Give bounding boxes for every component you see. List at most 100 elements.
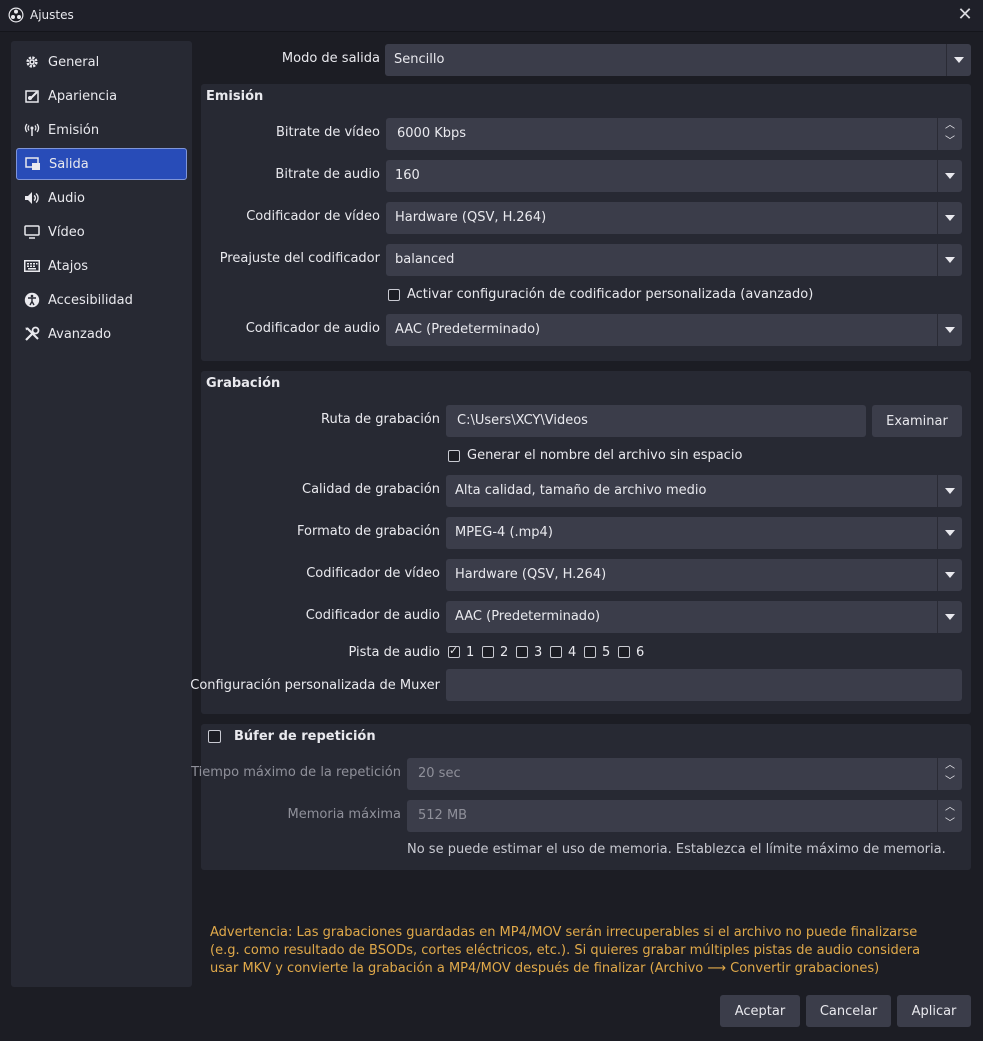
chevron-down-icon: [937, 559, 962, 591]
sidebar-item-appearance[interactable]: Apariencia: [16, 80, 187, 112]
title-bar: Ajustes ✕: [0, 0, 983, 32]
audio-track-2-label: 2: [500, 645, 509, 660]
audio-track-1-checkbox[interactable]: [448, 644, 460, 658]
gear-icon: [23, 53, 41, 71]
rec-audio-encoder-select[interactable]: AAC (Predeterminado): [446, 601, 962, 633]
spin-down-icon[interactable]: ﹀: [938, 816, 962, 832]
close-icon[interactable]: ✕: [955, 5, 975, 25]
chevron-down-icon: [937, 202, 962, 234]
audio-bitrate-select[interactable]: 160: [386, 160, 962, 192]
sidebar-item-label: Accesibilidad: [48, 292, 133, 308]
sidebar-item-label: Emisión: [48, 122, 100, 138]
spin-up-icon[interactable]: ︿: [938, 758, 962, 774]
stream-video-encoder-label: Codificador de vídeo: [246, 209, 380, 224]
audio-track-label: Pista de audio: [348, 645, 440, 660]
replay-max-memory-spinbox[interactable]: 512 MB ︿ ﹀: [407, 800, 962, 832]
replay-max-memory-label: Memoria máxima: [287, 807, 401, 822]
recording-path-label: Ruta de grabación: [321, 412, 440, 427]
mp4-warning-text: Advertencia: Las grabaciones guardadas e…: [210, 925, 921, 976]
replay-max-memory-value: 512 MB: [418, 808, 468, 823]
audio-track-2-checkbox[interactable]: [482, 646, 494, 658]
chevron-down-icon: [937, 517, 962, 549]
spin-up-icon[interactable]: ︿: [938, 800, 962, 816]
sidebar-item-label: Salida: [49, 156, 89, 172]
sidebar: General Apariencia Emisión Salida Audio …: [11, 41, 192, 987]
recording-format-select[interactable]: MPEG-4 (.mp4): [446, 517, 962, 549]
sidebar-item-label: Vídeo: [48, 224, 85, 240]
replay-buffer-title: Búfer de repetición: [234, 729, 376, 744]
keyboard-icon: [23, 257, 41, 275]
sidebar-item-accessibility[interactable]: Accesibilidad: [16, 284, 187, 316]
chevron-down-icon: [937, 314, 962, 346]
output-icon: [24, 155, 42, 173]
spin-down-icon[interactable]: ﹀: [938, 134, 962, 150]
chevron-down-icon: [937, 475, 962, 507]
cancel-button[interactable]: Cancelar: [806, 995, 891, 1027]
obs-logo-icon: [8, 7, 24, 23]
replay-max-time-value: 20 sec: [418, 766, 461, 781]
audio-track-3-label: 3: [534, 645, 543, 660]
appearance-icon: [23, 87, 41, 105]
custom-encoder-label: Activar configuración de codificador per…: [407, 287, 814, 302]
no-space-filename-label: Generar el nombre del archivo sin espaci…: [467, 448, 743, 463]
rec-video-encoder-label: Codificador de vídeo: [306, 566, 440, 581]
audio-track-6-checkbox[interactable]: [618, 646, 630, 658]
sidebar-item-advanced[interactable]: Avanzado: [16, 318, 187, 350]
audio-track-4-label: 4: [568, 645, 577, 660]
encoder-preset-label: Preajuste del codificador: [219, 251, 380, 266]
stream-video-encoder-select[interactable]: Hardware (QSV, H.264): [386, 202, 962, 234]
sidebar-item-broadcast[interactable]: Emisión: [16, 114, 187, 146]
stream-audio-encoder-select[interactable]: AAC (Predeterminado): [386, 314, 962, 346]
memory-estimate-note: No se puede estimar el uso de memoria. E…: [407, 842, 946, 857]
audio-track-5-checkbox[interactable]: [584, 646, 596, 658]
audio-bitrate-label: Bitrate de audio: [275, 167, 380, 182]
broadcast-icon: [23, 121, 41, 139]
audio-bitrate-value: 160: [395, 168, 420, 183]
encoder-preset-value: balanced: [395, 252, 455, 267]
replay-buffer-checkbox[interactable]: [208, 730, 221, 743]
recording-format-label: Formato de grabación: [296, 524, 440, 539]
spin-down-icon[interactable]: ﹀: [938, 774, 962, 790]
output-mode-value: Sencillo: [394, 52, 445, 67]
muxer-settings-input[interactable]: [446, 669, 962, 701]
sidebar-item-label: Apariencia: [48, 88, 118, 104]
audio-track-3-checkbox[interactable]: [516, 646, 528, 658]
chevron-down-icon: [937, 601, 962, 633]
sidebar-item-label: Atajos: [48, 258, 89, 274]
replay-max-time-spinbox[interactable]: 20 sec ︿ ﹀: [407, 758, 962, 790]
stream-audio-encoder-label: Codificador de audio: [245, 321, 380, 336]
stream-video-encoder-value: Hardware (QSV, H.264): [395, 210, 547, 225]
sidebar-item-label: Audio: [48, 190, 85, 206]
output-mode-select[interactable]: Sencillo: [385, 44, 971, 76]
recording-path-input[interactable]: C:\Users\XCY\Videos: [446, 405, 866, 437]
no-space-filename-checkbox[interactable]: [448, 450, 460, 462]
streaming-section-title: Emisión: [206, 89, 264, 104]
spin-up-icon[interactable]: ︿: [938, 118, 962, 134]
recording-quality-label: Calidad de grabación: [302, 482, 440, 497]
browse-button[interactable]: Examinar: [872, 405, 962, 437]
chevron-down-icon: [937, 244, 962, 276]
tools-icon: [23, 325, 41, 343]
encoder-preset-select[interactable]: balanced: [386, 244, 962, 276]
sidebar-item-general[interactable]: General: [16, 46, 187, 78]
video-bitrate-value: 6000 Kbps: [397, 126, 467, 141]
rec-video-encoder-select[interactable]: Hardware (QSV, H.264): [446, 559, 962, 591]
video-bitrate-spinbox[interactable]: 6000 Kbps ︿ ﹀: [386, 118, 962, 150]
rec-audio-encoder-value: AAC (Predeterminado): [455, 609, 601, 624]
sidebar-item-video[interactable]: Vídeo: [16, 216, 187, 248]
accessibility-icon: [23, 291, 41, 309]
window-title: Ajustes: [30, 8, 74, 22]
apply-button[interactable]: Aplicar: [897, 995, 971, 1027]
sidebar-item-hotkeys[interactable]: Atajos: [16, 250, 187, 282]
recording-path-value: C:\Users\XCY\Videos: [457, 413, 588, 428]
recording-quality-value: Alta calidad, tamaño de archivo medio: [455, 483, 707, 498]
custom-encoder-checkbox[interactable]: [388, 289, 400, 301]
sidebar-item-output[interactable]: Salida: [16, 148, 187, 180]
audio-track-1-label: 1: [466, 645, 475, 660]
accept-button[interactable]: Aceptar: [720, 995, 800, 1027]
sidebar-item-audio[interactable]: Audio: [16, 182, 187, 214]
audio-track-4-checkbox[interactable]: [550, 646, 562, 658]
recording-quality-select[interactable]: Alta calidad, tamaño de archivo medio: [446, 475, 962, 507]
speaker-icon: [23, 189, 41, 207]
replay-max-time-label: Tiempo máximo de la repetición: [191, 765, 401, 780]
